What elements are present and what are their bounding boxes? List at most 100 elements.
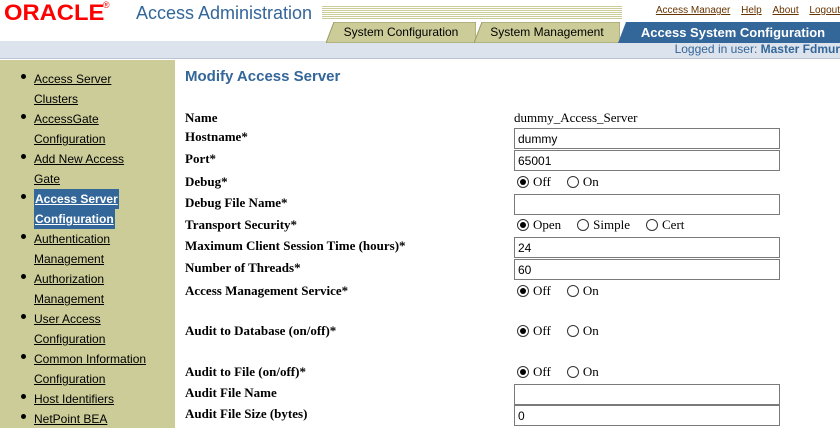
- sidebar-link[interactable]: Access Server Clusters: [34, 69, 160, 109]
- audit-file-size-input[interactable]: [514, 405, 780, 426]
- field-audit-file-row: Audit to File (on/off)* Off On: [185, 363, 840, 383]
- debug-on-radio[interactable]: On: [566, 174, 599, 190]
- sidebar-item-common-information-configuration[interactable]: Common Information Configuration: [21, 349, 160, 389]
- debug-file-name-input[interactable]: [514, 194, 780, 215]
- radio-unselected-icon[interactable]: [566, 325, 579, 337]
- sidebar-item-authorization-management[interactable]: Authorization Management: [21, 269, 160, 309]
- field-audit-db-row: Audit to Database (on/off)* Off On: [185, 322, 840, 342]
- main-content: Modify Access Server Name dummy_Access_S…: [175, 60, 840, 428]
- sidebar-link[interactable]: User Access Configuration: [34, 309, 160, 349]
- field-label: Audit to File (on/off)*: [185, 364, 306, 379]
- sidebar-item-label: Management: [34, 292, 105, 306]
- tab-label: Access System Configuration: [640, 25, 826, 40]
- radio-selected-icon[interactable]: [517, 285, 529, 297]
- sidebar-item-label: AccessGate: [34, 112, 99, 126]
- port-input[interactable]: [514, 150, 780, 171]
- sidebar-link[interactable]: Add New Access Gate: [34, 149, 160, 189]
- audit-file-off-radio[interactable]: Off: [517, 364, 551, 380]
- debug-radio-group: Off On: [517, 174, 615, 190]
- field-label: Audit File Name: [185, 385, 277, 400]
- sidebar-item-host-identifiers[interactable]: Host Identifiers: [21, 389, 160, 409]
- bullet-icon: [21, 114, 26, 119]
- help-link[interactable]: Help: [741, 5, 762, 16]
- ams-off-radio[interactable]: Off: [517, 283, 551, 299]
- field-label: Port*: [185, 151, 217, 166]
- field-debug-row: Debug* Off On: [185, 173, 840, 193]
- radio-selected-icon[interactable]: [517, 219, 529, 231]
- oracle-logo-text: ORACLE: [4, 0, 105, 25]
- sidebar-link[interactable]: Access Server Configuration: [34, 189, 160, 229]
- sidebar-item-access-server-clusters[interactable]: Access Server Clusters: [21, 69, 160, 109]
- debug-off-radio[interactable]: Off: [517, 174, 551, 190]
- radio-label: Simple: [593, 217, 631, 232]
- logged-in-label: Logged in user:: [674, 42, 758, 56]
- sidebar-link[interactable]: AccessGate Configuration: [34, 109, 160, 149]
- audit-db-on-radio[interactable]: On: [566, 323, 599, 339]
- logged-in-user: Logged in user: Master Fdmur: [675, 41, 840, 58]
- field-label: Debug*: [185, 174, 228, 189]
- bullet-icon: [21, 414, 26, 419]
- sidebar: Access Server Clusters AccessGate Configur…: [0, 60, 175, 428]
- field-transport-row: Transport Security* Open Simple Cert: [185, 216, 840, 236]
- tab-access-system-configuration[interactable]: Access System Configuration: [618, 22, 840, 43]
- audit-db-radio-group: Off On: [517, 323, 615, 339]
- threads-input[interactable]: [514, 259, 780, 280]
- field-debug-file-row: Debug File Name*: [185, 194, 840, 215]
- sidebar-item-accessgate-configuration[interactable]: AccessGate Configuration: [21, 109, 160, 149]
- sidebar-item-user-access-configuration[interactable]: User Access Configuration: [21, 309, 160, 349]
- sidebar-item-label: Clusters: [34, 92, 79, 106]
- radio-unselected-icon[interactable]: [646, 219, 659, 231]
- bullet-icon: [21, 194, 26, 199]
- field-audit-file-name-row: Audit File Name: [185, 384, 840, 405]
- radio-selected-icon[interactable]: [517, 176, 529, 188]
- radio-unselected-icon[interactable]: [566, 176, 579, 188]
- transport-simple-radio[interactable]: Simple: [577, 217, 630, 233]
- sidebar-item-access-server-configuration[interactable]: Access Server Configuration: [21, 189, 160, 229]
- transport-open-radio[interactable]: Open: [517, 217, 561, 233]
- max-session-time-input[interactable]: [514, 237, 780, 258]
- sidebar-link[interactable]: Common Information Configuration: [34, 349, 160, 389]
- radio-label: Off: [533, 364, 551, 379]
- field-label: Audit to Database (on/off)*: [185, 323, 337, 338]
- hostname-input[interactable]: [514, 128, 780, 149]
- ams-on-radio[interactable]: On: [566, 283, 599, 299]
- field-label: Number of Threads*: [185, 260, 301, 275]
- field-port-row: Port*: [185, 150, 840, 171]
- radio-label: Off: [533, 283, 551, 298]
- logout-link[interactable]: Logout: [809, 5, 840, 16]
- radio-selected-icon[interactable]: [517, 366, 529, 378]
- sidebar-item-add-new-access-gate[interactable]: Add New Access Gate: [21, 149, 160, 189]
- server-name-value: dummy_Access_Server: [514, 110, 638, 125]
- sidebar-nav: Access Server Clusters AccessGate Configur…: [21, 69, 160, 428]
- tab-label: System Management: [490, 25, 604, 39]
- field-label: Access Management Service*: [185, 283, 349, 298]
- tab-system-configuration[interactable]: System Configuration: [326, 22, 476, 43]
- radio-unselected-icon[interactable]: [566, 285, 579, 297]
- sidebar-item-label: Gate: [34, 172, 61, 186]
- sidebar-item-label: Host Identifiers: [34, 392, 115, 406]
- radio-unselected-icon[interactable]: [566, 366, 579, 378]
- radio-label: On: [582, 174, 599, 189]
- bullet-icon: [21, 234, 26, 239]
- transport-cert-radio[interactable]: Cert: [646, 217, 684, 233]
- sidebar-item-authentication-management[interactable]: Authentication Management: [21, 229, 160, 269]
- sidebar-link[interactable]: Host Identifiers: [34, 389, 160, 409]
- sidebar-link[interactable]: Authentication Management: [34, 229, 160, 269]
- sidebar-item-label: Configuration: [34, 332, 106, 346]
- sidebar-item-label: Configuration: [34, 132, 106, 146]
- sidebar-link[interactable]: NetPoint BEA: [34, 409, 160, 428]
- audit-file-name-input[interactable]: [514, 384, 780, 405]
- radio-selected-icon[interactable]: [517, 325, 529, 337]
- sidebar-item-netpoint-bea[interactable]: NetPoint BEA: [21, 409, 160, 428]
- audit-file-on-radio[interactable]: On: [566, 364, 599, 380]
- access-manager-link[interactable]: Access Manager: [656, 5, 730, 16]
- registered-mark: ®: [102, 0, 110, 10]
- audit-db-off-radio[interactable]: Off: [517, 323, 551, 339]
- field-ams-row: Access Management Service* Off On: [185, 282, 840, 302]
- header-stripes: [322, 6, 622, 20]
- about-link[interactable]: About: [772, 5, 798, 16]
- radio-label: Cert: [662, 217, 685, 232]
- sidebar-link[interactable]: Authorization Management: [34, 269, 160, 309]
- tab-system-management[interactable]: System Management: [474, 22, 620, 43]
- radio-unselected-icon[interactable]: [577, 219, 590, 231]
